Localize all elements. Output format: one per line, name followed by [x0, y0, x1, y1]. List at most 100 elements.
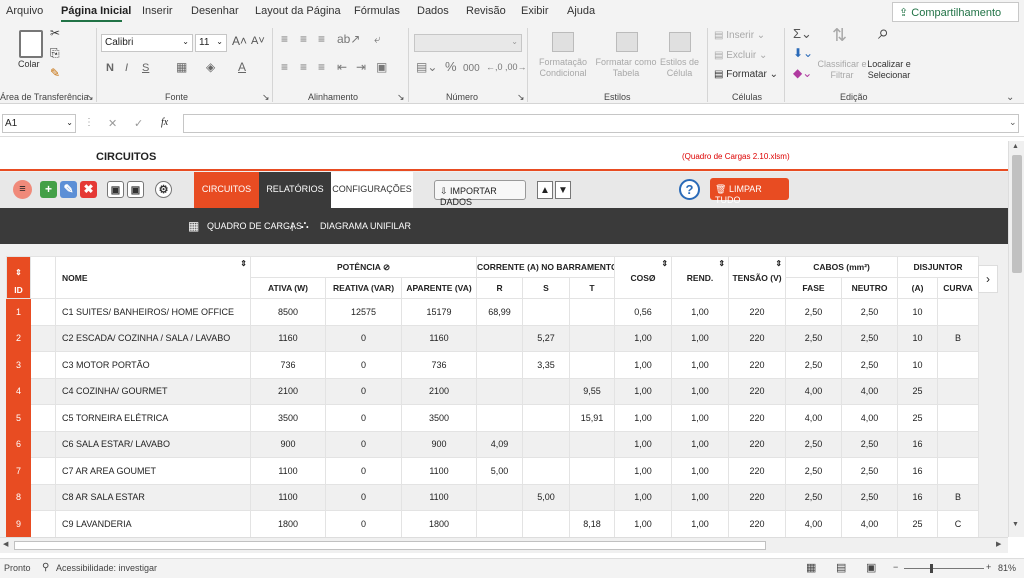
delete-cells-button[interactable]: ▤ Excluir ⌄ — [714, 50, 767, 61]
cell-curva[interactable] — [937, 351, 980, 379]
cell-tensao[interactable]: 220 — [728, 298, 787, 326]
menu-ajuda[interactable]: Ajuda — [567, 5, 595, 17]
zoom-slider-thumb[interactable] — [930, 564, 933, 573]
cell-a[interactable]: 16 — [897, 457, 939, 485]
cell-t[interactable] — [569, 351, 616, 379]
cell-cos[interactable]: 1,00 — [614, 430, 673, 458]
cancel-icon[interactable]: ✕ — [108, 117, 117, 130]
cell-curva[interactable]: C — [937, 510, 980, 537]
cell-neutro[interactable]: 2,50 — [841, 298, 899, 326]
cell-blank[interactable] — [30, 377, 56, 405]
cell-r[interactable] — [476, 351, 524, 379]
decrease-decimal-icon[interactable]: ,00→ — [505, 62, 527, 73]
header-amps[interactable]: (A) — [897, 277, 939, 299]
cell-rend[interactable]: 1,00 — [671, 430, 730, 458]
cell-nome[interactable]: C7 AR AREA GOUMET — [55, 457, 251, 485]
cell-aparente[interactable]: 3500 — [400, 404, 478, 432]
menu-inserir[interactable]: Inserir — [142, 5, 173, 17]
header-s[interactable]: S — [522, 277, 571, 299]
search-icon[interactable]: ⌕ — [878, 23, 889, 43]
header-nome[interactable]: NOME ⇕ — [55, 256, 251, 299]
scroll-up-icon[interactable]: ▲ — [1012, 143, 1019, 150]
cell-neutro[interactable]: 2,50 — [841, 430, 899, 458]
cell-curva[interactable] — [937, 457, 980, 485]
cell-id[interactable]: 9 — [6, 510, 31, 537]
cell-aparente[interactable]: 900 — [400, 430, 478, 458]
cell-a[interactable]: 25 — [897, 404, 939, 432]
cell-nome[interactable]: C8 AR SALA ESTAR — [55, 483, 251, 511]
menu-layout[interactable]: Layout da Página — [255, 5, 341, 17]
sort-nome-icon[interactable]: ⇕ — [240, 259, 247, 268]
cell-fase[interactable]: 2,50 — [785, 298, 843, 326]
cell-curva[interactable] — [937, 298, 980, 326]
cell-t[interactable]: 15,91 — [569, 404, 616, 432]
cell-s[interactable] — [522, 298, 571, 326]
normal-view-icon[interactable]: ▦ — [806, 561, 816, 574]
cell-rend[interactable]: 1,00 — [671, 351, 730, 379]
cell-cos[interactable]: 1,00 — [614, 324, 673, 352]
cell-cos[interactable]: 0,56 — [614, 298, 673, 326]
collapse-ribbon-icon[interactable]: ⌄ — [1006, 92, 1014, 103]
cell-a[interactable]: 16 — [897, 430, 939, 458]
indent-decrease-icon[interactable]: ⇤ — [337, 61, 347, 73]
zoom-slider[interactable] — [904, 568, 984, 569]
thousands-icon[interactable]: 000 — [463, 63, 480, 74]
zoom-in-icon[interactable]: + — [986, 562, 991, 572]
tab-relatorios[interactable]: RELATÓRIOS — [259, 172, 331, 208]
help-icon[interactable]: ? — [679, 179, 700, 200]
header-fase[interactable]: FASE — [785, 277, 843, 299]
cell-ativa[interactable]: 8500 — [250, 298, 326, 326]
cell-fase[interactable]: 2,50 — [785, 324, 843, 352]
header-neutro[interactable]: NEUTRO — [841, 277, 899, 299]
cell-neutro[interactable]: 2,50 — [841, 457, 899, 485]
orientation-icon[interactable]: ab↗ — [337, 33, 360, 45]
cell-a[interactable]: 16 — [897, 483, 939, 511]
cell-ativa[interactable]: 1800 — [250, 510, 326, 537]
cell-id[interactable]: 7 — [6, 457, 31, 485]
cell-a[interactable]: 25 — [897, 377, 939, 405]
increase-decimal-icon[interactable]: ←,0 — [486, 62, 503, 73]
sort-rend-icon[interactable]: ⇕ — [718, 259, 725, 268]
cell-neutro[interactable]: 2,50 — [841, 483, 899, 511]
cell-rend[interactable]: 1,00 — [671, 377, 730, 405]
cell-cos[interactable]: 1,00 — [614, 404, 673, 432]
scroll-down-icon[interactable]: ▼ — [1012, 521, 1019, 528]
cell-nome[interactable]: C9 LAVANDERIA — [55, 510, 251, 537]
cell-aparente[interactable]: 1160 — [400, 324, 478, 352]
save-as-icon[interactable]: ▣ — [127, 181, 144, 198]
cell-fase[interactable]: 4,00 — [785, 377, 843, 405]
cell-ativa[interactable]: 1160 — [250, 324, 326, 352]
cell-nome[interactable]: C2 ESCADA/ COZINHA / SALA / LAVABO — [55, 324, 251, 352]
cell-curva[interactable]: B — [937, 483, 980, 511]
grow-font-icon[interactable]: A˄ — [232, 35, 247, 47]
cell-a[interactable]: 10 — [897, 298, 939, 326]
menu-dados[interactable]: Dados — [417, 5, 449, 17]
autosum-icon[interactable]: Σ⌄ — [793, 27, 812, 40]
cell-tensao[interactable]: 220 — [728, 430, 787, 458]
insert-cells-button[interactable]: ▤ Inserir ⌄ — [714, 30, 765, 41]
cell-reativa[interactable]: 0 — [325, 404, 402, 432]
cell-rend[interactable]: 1,00 — [671, 510, 730, 537]
cell-nome[interactable]: C6 SALA ESTAR/ LAVABO — [55, 430, 251, 458]
cell-fase[interactable]: 4,00 — [785, 404, 843, 432]
header-cos[interactable]: COSØ ⇕ — [614, 256, 673, 299]
wrap-text-icon[interactable]: ⤶ — [374, 33, 381, 45]
find-select-label[interactable]: Localizar e Selecionar — [862, 59, 916, 81]
chevron-up-icon[interactable]: ▲ — [537, 181, 553, 199]
header-rend[interactable]: REND. ⇕ — [671, 256, 730, 299]
menu-arquivo[interactable]: Arquivo — [6, 5, 43, 17]
indent-increase-icon[interactable]: ⇥ — [356, 61, 366, 73]
cell-t[interactable] — [569, 457, 616, 485]
cell-t[interactable] — [569, 324, 616, 352]
cell-tensao[interactable]: 220 — [728, 351, 787, 379]
header-t[interactable]: T — [569, 277, 616, 299]
menu-pagina-inicial[interactable]: Página Inicial — [61, 5, 131, 17]
cell-t[interactable] — [569, 483, 616, 511]
formula-input[interactable] — [183, 114, 1019, 133]
cell-nome[interactable]: C4 COZINHA/ GOURMET — [55, 377, 251, 405]
cell-neutro[interactable]: 2,50 — [841, 351, 899, 379]
cell-aparente[interactable]: 1100 — [400, 483, 478, 511]
tab-configuracoes[interactable]: CONFIGURAÇÕES — [331, 172, 413, 208]
cell-s[interactable] — [522, 404, 571, 432]
cell-id[interactable]: 6 — [6, 430, 31, 458]
